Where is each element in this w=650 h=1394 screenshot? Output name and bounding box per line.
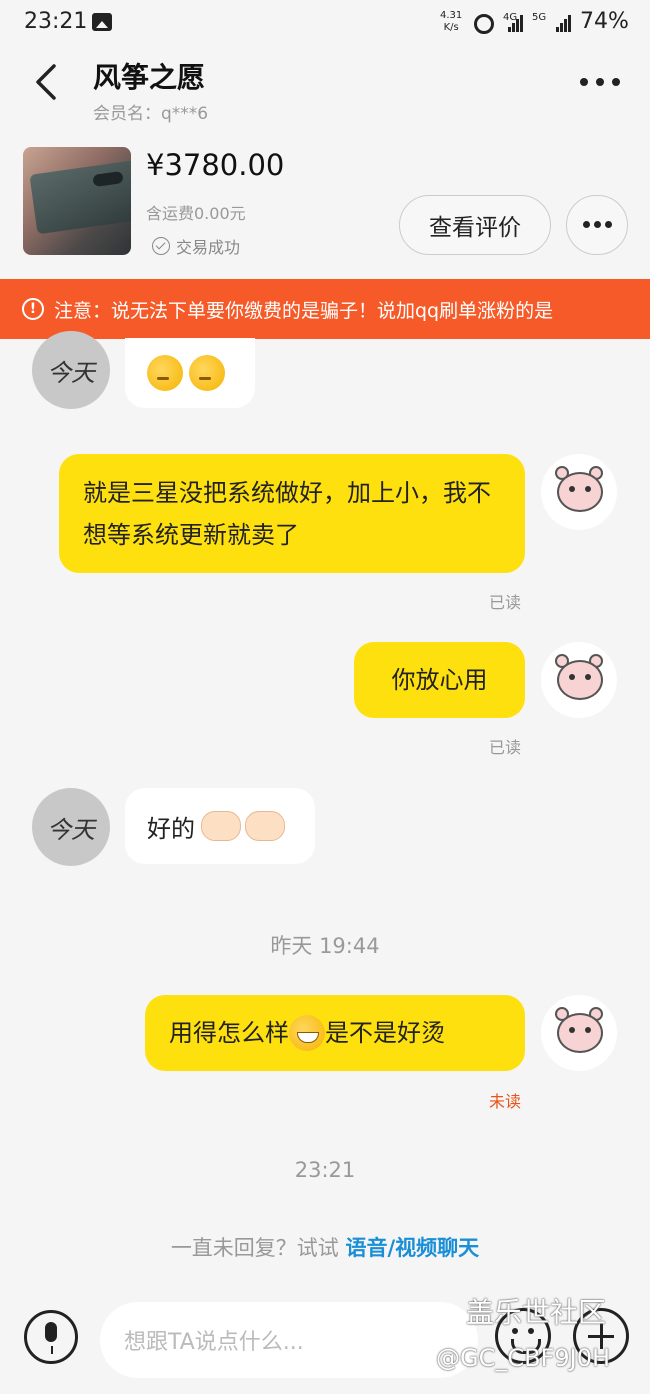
thinking-face-emoji — [189, 355, 225, 391]
deal-status: 交易成功 — [152, 234, 240, 258]
bear-sticker-icon — [551, 466, 607, 518]
signal-bars-icon — [508, 14, 526, 32]
unread-status: 未读 — [489, 1092, 522, 1111]
my-avatar[interactable] — [541, 642, 617, 718]
bear-sticker-icon — [551, 654, 607, 706]
back-arrow-icon[interactable] — [30, 62, 70, 102]
read-status: 已读 — [489, 738, 522, 757]
signal-bars-icon — [556, 14, 574, 32]
warning-banner: ! 注意：说无法下单要你缴费的是骗子！说加qq刷单涨粉的是 — [0, 279, 650, 339]
more-button[interactable] — [566, 195, 628, 255]
member-name: 会员名：q***6 — [93, 104, 209, 124]
watermark-title: 盖乐世社区 — [466, 1296, 607, 1329]
microphone-icon[interactable] — [24, 1310, 78, 1364]
call-hint: 一直未回复？试试 语音/视频聊天 — [170, 1236, 480, 1260]
voice-video-call-link[interactable]: 语音/视频聊天 — [346, 1236, 480, 1260]
handshake-emoji — [245, 811, 285, 841]
message-bubble-sent: 你放心用 — [354, 642, 525, 718]
message-bubble-sent: 就是三星没把系统做好，加上小，我不想等系统更新就卖了 — [59, 454, 525, 573]
network-speed: 4.31 K/s — [440, 10, 463, 33]
product-price: ¥3780.00 — [146, 148, 285, 182]
view-review-button[interactable]: 查看评价 — [399, 195, 551, 255]
my-avatar[interactable] — [541, 454, 617, 530]
battery-percent: 74% — [580, 9, 629, 34]
message-input[interactable]: 想跟TA说点什么... — [100, 1302, 478, 1378]
signal-5g-label: 5G — [532, 12, 547, 23]
bear-sticker-icon — [551, 1007, 607, 1059]
shipping-fee: 含运费0.00元 — [146, 204, 246, 223]
message-bubble-received: 好的 — [125, 788, 315, 864]
message-bubble-received — [125, 338, 255, 408]
more-options-icon[interactable] — [578, 70, 622, 94]
handshake-emoji — [201, 811, 241, 841]
grinning-face-emoji — [289, 1015, 325, 1051]
warning-icon: ! — [22, 298, 44, 320]
check-circle-icon — [152, 237, 170, 255]
message-bubble-sent: 用得怎么样 是不是好烫 — [145, 995, 525, 1071]
my-avatar[interactable] — [541, 995, 617, 1071]
other-user-avatar[interactable]: 今天 — [32, 331, 110, 409]
status-time: 23:21 — [24, 9, 88, 34]
alarm-icon — [474, 14, 494, 34]
chat-title: 风筝之愿 — [93, 61, 206, 94]
read-status: 已读 — [489, 593, 522, 612]
thinking-face-emoji — [147, 355, 183, 391]
product-thumbnail[interactable] — [23, 147, 131, 255]
timestamp: 昨天 19:44 — [270, 934, 380, 958]
watermark-handle: @GC_CBF9J0H — [436, 1344, 611, 1372]
other-user-avatar[interactable]: 今天 — [32, 788, 110, 866]
image-notification-icon — [92, 13, 112, 31]
timestamp: 23:21 — [294, 1158, 356, 1182]
